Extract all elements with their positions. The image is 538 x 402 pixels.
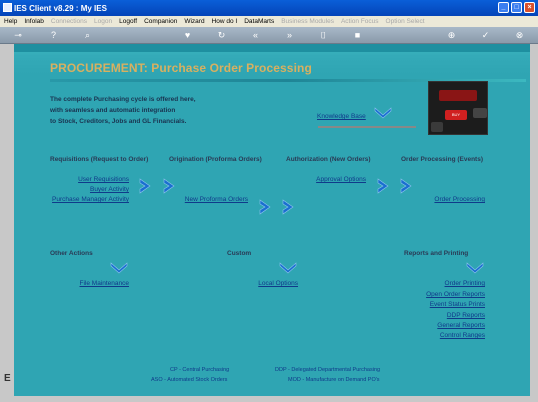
page-title: PROCUREMENT: Purchase Order Processing <box>50 61 312 75</box>
help-icon[interactable]: ? <box>48 30 59 41</box>
search-icon[interactable]: ⌕ <box>82 30 93 41</box>
legend-mod: MOD - Manufacture on Demand PO's <box>288 377 380 383</box>
ddp-reports-link[interactable]: DDP Reports <box>394 312 485 319</box>
menu-how-do-i[interactable]: How do I <box>212 18 238 25</box>
intro-line: The complete Purchasing cycle is offered… <box>50 96 196 103</box>
local-options-link[interactable]: Local Options <box>234 280 298 287</box>
user-requisitions-link[interactable]: User Requisitions <box>64 176 129 183</box>
new-proforma-orders-link[interactable]: New Proforma Orders <box>164 196 248 203</box>
knowledge-base-arrow-icon[interactable] <box>374 107 392 119</box>
purchase-manager-activity-link[interactable]: Purchase Manager Activity <box>34 196 129 203</box>
window-title: IES Client v8.29 : My IES <box>14 3 107 13</box>
close-icon[interactable]: ⊗ <box>514 30 525 41</box>
chevron-right-icon <box>139 178 151 194</box>
intro-text: The complete Purchasing cycle is offered… <box>50 94 196 127</box>
forward-icon[interactable]: » <box>284 30 295 41</box>
stop-icon[interactable]: ■ <box>352 30 363 41</box>
legend-aso: ASO - Automated Stock Orders <box>151 377 228 383</box>
left-frame <box>0 44 14 396</box>
menu-logon[interactable]: Logon <box>94 18 112 25</box>
chevron-down-icon <box>466 262 484 274</box>
toolbar: ⊸ ? ⌕ ♥ ↻ « » ⌷ ■ ⊕ ✓ ⊗ <box>0 27 538 44</box>
event-status-prints-link[interactable]: Event Status Prints <box>394 301 485 308</box>
custom-heading: Custom <box>227 250 252 257</box>
approval-options-link[interactable]: Approval Options <box>296 176 366 183</box>
menu-wizard[interactable]: Wizard <box>184 18 204 25</box>
chevron-right-icon <box>400 178 412 194</box>
menu-connections[interactable]: Connections <box>51 18 87 25</box>
refresh-icon[interactable]: ↻ <box>216 30 227 41</box>
rewind-icon[interactable]: « <box>250 30 261 41</box>
order-processing-link[interactable]: Order Processing <box>414 196 485 203</box>
other-actions-heading: Other Actions <box>50 250 93 257</box>
open-order-reports-link[interactable]: Open Order Reports <box>394 291 485 298</box>
keyboard-key <box>431 122 443 132</box>
control-ranges-link[interactable]: Control Ranges <box>394 332 485 339</box>
legend-ddp: DDP - Delegated Departmental Purchasing <box>275 367 381 373</box>
chevron-right-icon <box>282 199 294 215</box>
menu-bar: Help Infolab Connections Logon Logoff Co… <box>0 16 538 27</box>
chevron-right-icon <box>377 178 389 194</box>
chevron-down-icon <box>279 262 297 274</box>
app-icon <box>3 3 12 12</box>
order-printing-link[interactable]: Order Printing <box>394 280 485 287</box>
minimize-button[interactable]: _ <box>498 2 509 13</box>
menu-logoff[interactable]: Logoff <box>119 18 137 25</box>
reports-heading: Reports and Printing <box>404 250 469 257</box>
menu-companion[interactable]: Companion <box>144 18 177 25</box>
check-icon[interactable]: ✓ <box>480 30 491 41</box>
menu-help[interactable]: Help <box>4 18 17 25</box>
authorization-heading: Authorization (New Orders) <box>286 156 371 163</box>
file-maintenance-link[interactable]: File Maintenance <box>54 280 130 287</box>
intro-line: with seamless and automatic integration <box>50 107 176 114</box>
chevron-right-icon <box>259 199 271 215</box>
requisitions-heading: Requisitions (Request to Order) <box>50 156 149 163</box>
menu-action-focus[interactable]: Action Focus <box>341 18 379 25</box>
knowledge-base-link[interactable]: Knowledge Base <box>317 113 366 120</box>
keyboard-key <box>439 90 477 101</box>
window-titlebar[interactable]: IES Client v8.29 : My IES _ □ × <box>0 0 538 16</box>
origination-heading: Origination (Proforma Orders) <box>169 156 262 163</box>
procurement-panel: PROCUREMENT: Purchase Order Processing T… <box>14 44 530 396</box>
chevron-right-icon <box>163 178 175 194</box>
chevron-down-icon <box>110 262 128 274</box>
order-processing-heading: Order Processing (Events) <box>401 156 483 163</box>
keyboard-key <box>473 108 487 118</box>
frame-marker: E <box>4 373 11 384</box>
legend-cp: CP - Central Purchasing <box>170 367 230 373</box>
add-icon[interactable]: ⊕ <box>446 30 457 41</box>
knowledge-base-divider <box>318 126 416 128</box>
menu-option-select[interactable]: Option Select <box>386 18 425 25</box>
general-reports-link[interactable]: General Reports <box>394 322 485 329</box>
close-window-button[interactable]: × <box>524 2 535 13</box>
intro-line: to Stock, Creditors, Jobs and GL Financi… <box>50 118 187 125</box>
right-frame <box>530 44 538 396</box>
menu-datamarts[interactable]: DataMarts <box>244 18 274 25</box>
key-icon[interactable]: ⊸ <box>8 30 28 41</box>
status-bar <box>0 396 538 402</box>
menu-business-modules[interactable]: Business Modules <box>281 18 334 25</box>
bookmark-icon[interactable]: ⌷ <box>318 30 329 41</box>
menu-infolab[interactable]: Infolab <box>24 18 44 25</box>
buyer-activity-link[interactable]: Buyer Activity <box>64 186 129 193</box>
heart-icon[interactable]: ♥ <box>182 30 193 41</box>
maximize-button[interactable]: □ <box>511 2 522 13</box>
keyboard-photo: BUY <box>428 81 488 135</box>
buy-key: BUY <box>445 110 467 120</box>
panel-top-band <box>14 44 530 52</box>
